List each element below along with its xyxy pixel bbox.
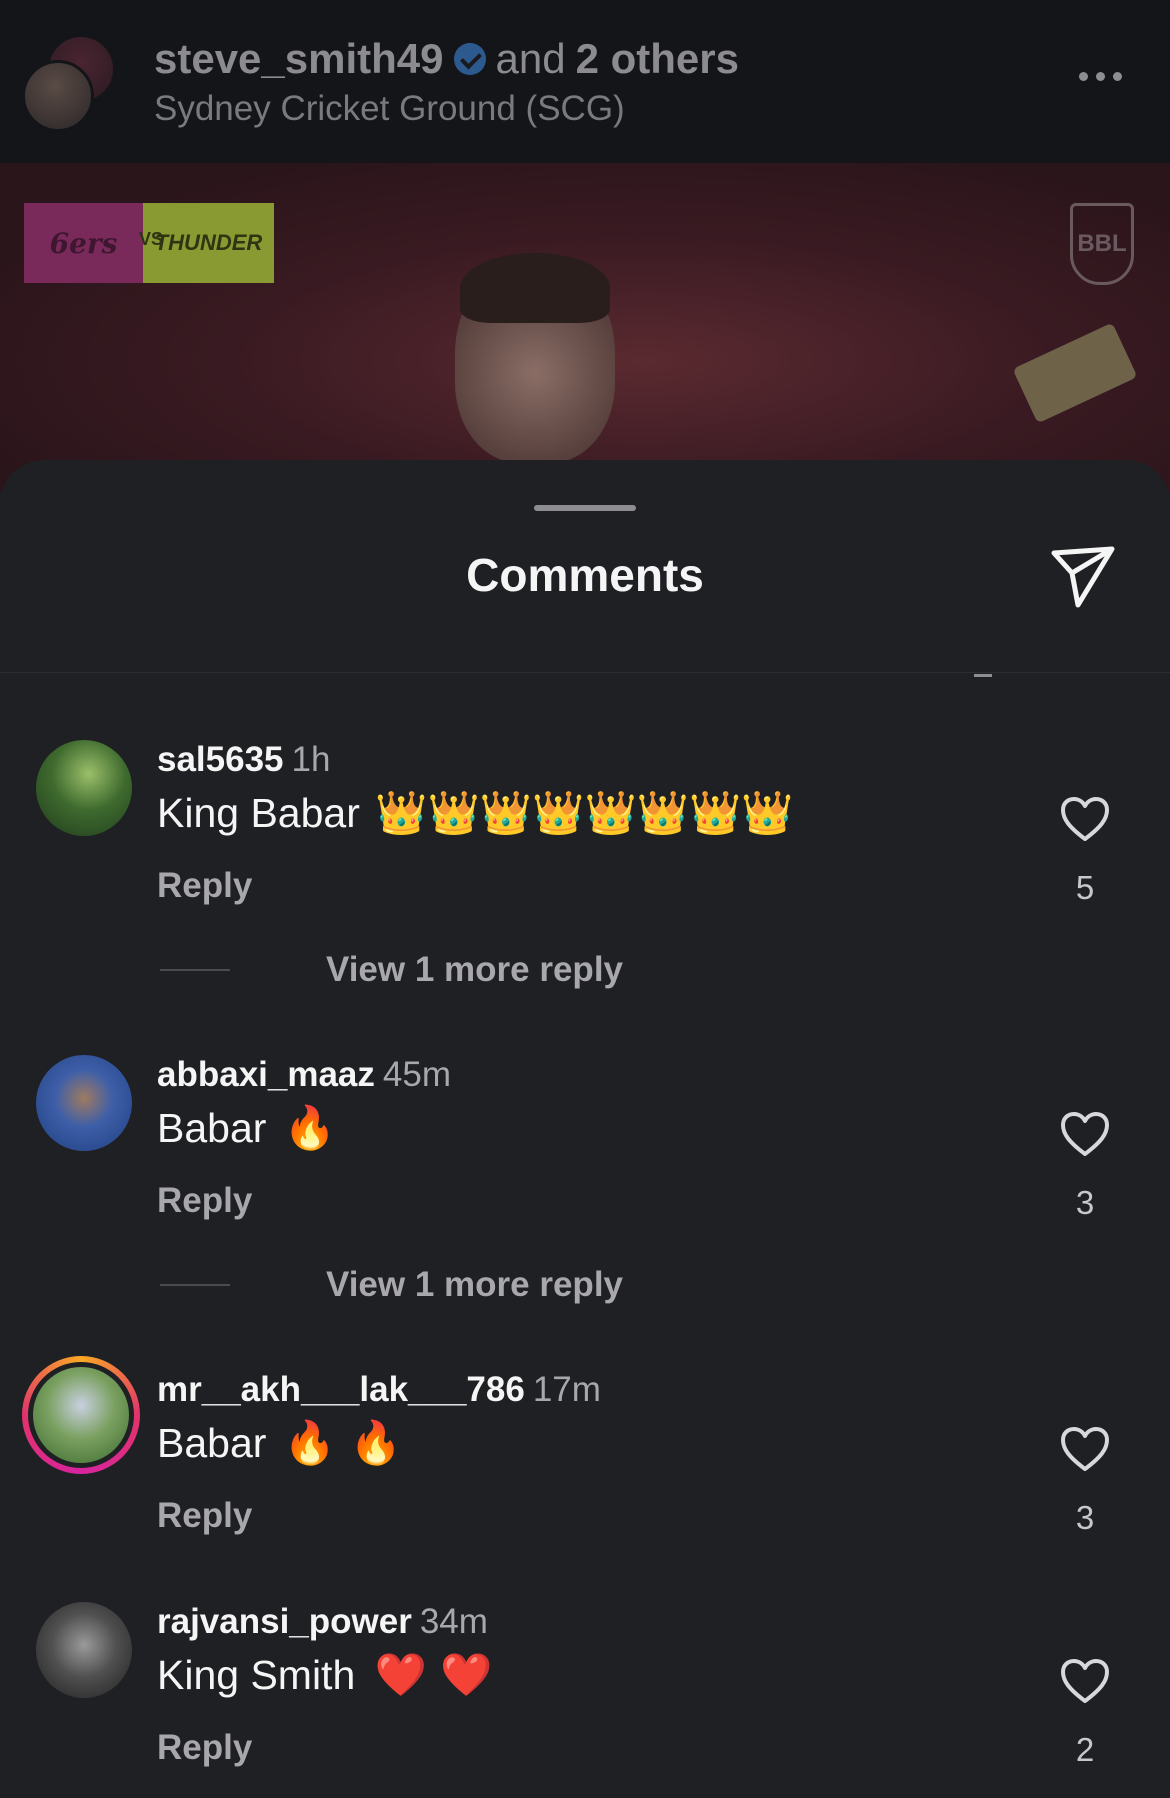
comment-text: Babar 🔥 🔥	[157, 1418, 1027, 1468]
comment-time: 1h	[291, 740, 331, 779]
comment-time: 34m	[419, 1602, 488, 1641]
comment-body: mr__akh___lak___786 17m Babar 🔥 🔥 Reply	[157, 1370, 1027, 1536]
like-control: 3	[1056, 1425, 1114, 1537]
story-ring-gap	[28, 1362, 134, 1468]
commenter-avatar[interactable]	[36, 1055, 132, 1151]
comment-header: abbaxi_maaz 45m	[157, 1055, 1027, 1095]
post-author-line[interactable]: steve_smith49 and 2 others	[154, 35, 739, 83]
sheet-divider	[0, 672, 1170, 673]
more-options-icon[interactable]	[1079, 72, 1122, 81]
heart-icon[interactable]	[1059, 1425, 1111, 1473]
red-heart-emoji-icons: ❤️ ❤️	[374, 1650, 493, 1699]
comment-username[interactable]: mr__akh___lak___786	[157, 1370, 525, 1409]
comment-body: rajvansi_power 34m King Smith ❤️ ❤️ Reply	[157, 1602, 1027, 1768]
like-control: 2	[1056, 1657, 1114, 1769]
share-send-icon[interactable]	[1048, 543, 1118, 609]
comment-text-body: King Babar	[157, 790, 360, 836]
view-more-replies[interactable]: View 1 more reply	[160, 1265, 623, 1305]
bbl-logo: BBL	[1070, 203, 1134, 285]
thread-line	[160, 1284, 230, 1286]
fire-emoji-icon: 🔥	[283, 1103, 337, 1152]
like-control: 5	[1056, 795, 1114, 907]
view-more-replies-label[interactable]: View 1 more reply	[326, 1265, 623, 1305]
comment-username[interactable]: sal5635	[157, 740, 284, 779]
match-badge: 6ers THUNDER VS	[24, 203, 274, 283]
view-more-replies[interactable]: View 1 more reply	[160, 950, 623, 990]
comment-username[interactable]: rajvansi_power	[157, 1602, 412, 1641]
post-location[interactable]: Sydney Cricket Ground (SCG)	[154, 89, 739, 129]
reply-button[interactable]: Reply	[157, 1496, 1027, 1536]
fire-emoji-icons: 🔥 🔥	[283, 1418, 402, 1467]
commenter-avatar[interactable]	[33, 1367, 129, 1463]
post-image: 6ers THUNDER VS BBL	[0, 163, 1170, 493]
comment-header: sal5635 1h	[157, 740, 1027, 780]
post-and-text: and	[495, 34, 566, 82]
reply-button[interactable]: Reply	[157, 866, 1027, 906]
thread-line	[160, 969, 230, 971]
heart-icon[interactable]	[1059, 1657, 1111, 1705]
comment-body: abbaxi_maaz 45m Babar 🔥 Reply	[157, 1055, 1027, 1221]
commenter-avatar[interactable]	[36, 740, 132, 836]
commenter-avatar[interactable]	[36, 1602, 132, 1698]
comment-time: 17m	[532, 1370, 601, 1409]
story-ring[interactable]	[22, 1356, 140, 1474]
sheet-title: Comments	[466, 549, 704, 601]
comment-text: Babar 🔥	[157, 1103, 1027, 1153]
comment-text: King Smith ❤️ ❤️	[157, 1650, 1027, 1700]
cricket-bat	[1012, 322, 1138, 424]
player-hair	[460, 253, 610, 323]
comment-text-body: King Smith	[157, 1652, 356, 1698]
comment-text-body: Babar	[157, 1105, 267, 1151]
scrolled-like-count-remnant	[974, 674, 992, 677]
comments-sheet: Comments sal5635 1h King Babar 👑👑👑👑👑👑👑👑 R…	[0, 460, 1170, 1798]
crown-emoji-icons: 👑👑👑👑👑👑👑👑	[375, 788, 794, 837]
heart-icon[interactable]	[1059, 1110, 1111, 1158]
post-header: steve_smith49 and 2 others Sydney Cricke…	[0, 0, 1170, 163]
verified-badge-icon	[453, 42, 486, 75]
reply-button[interactable]: Reply	[157, 1728, 1027, 1768]
post-others[interactable]: 2 others	[576, 35, 739, 83]
like-count: 3	[1075, 1499, 1095, 1536]
instagram-comments-screen: steve_smith49 and 2 others Sydney Cricke…	[0, 0, 1170, 1798]
comment-time: 45m	[382, 1055, 451, 1094]
post-meta: steve_smith49 and 2 others Sydney Cricke…	[154, 35, 739, 129]
reply-button[interactable]: Reply	[157, 1181, 1027, 1221]
comment-text-body: Babar	[157, 1420, 267, 1466]
post-author-avatars[interactable]	[22, 33, 118, 132]
sixers-logo: 6ers	[24, 203, 144, 283]
post-username[interactable]: steve_smith49	[154, 35, 444, 83]
comment-username[interactable]: abbaxi_maaz	[157, 1055, 375, 1094]
author-avatar[interactable]	[22, 59, 94, 132]
view-more-replies-label[interactable]: View 1 more reply	[326, 950, 623, 990]
like-count: 5	[1075, 869, 1095, 906]
heart-icon[interactable]	[1059, 795, 1111, 843]
versus-label: VS	[139, 229, 164, 249]
comment-header: mr__akh___lak___786 17m	[157, 1370, 1027, 1410]
comment-header: rajvansi_power 34m	[157, 1602, 1027, 1642]
like-count: 2	[1075, 1731, 1095, 1768]
comment-body: sal5635 1h King Babar 👑👑👑👑👑👑👑👑 Reply	[157, 740, 1027, 906]
like-control: 3	[1056, 1110, 1114, 1222]
sheet-drag-handle[interactable]	[534, 505, 636, 511]
comment-text: King Babar 👑👑👑👑👑👑👑👑	[157, 788, 1027, 838]
like-count: 3	[1075, 1184, 1095, 1221]
